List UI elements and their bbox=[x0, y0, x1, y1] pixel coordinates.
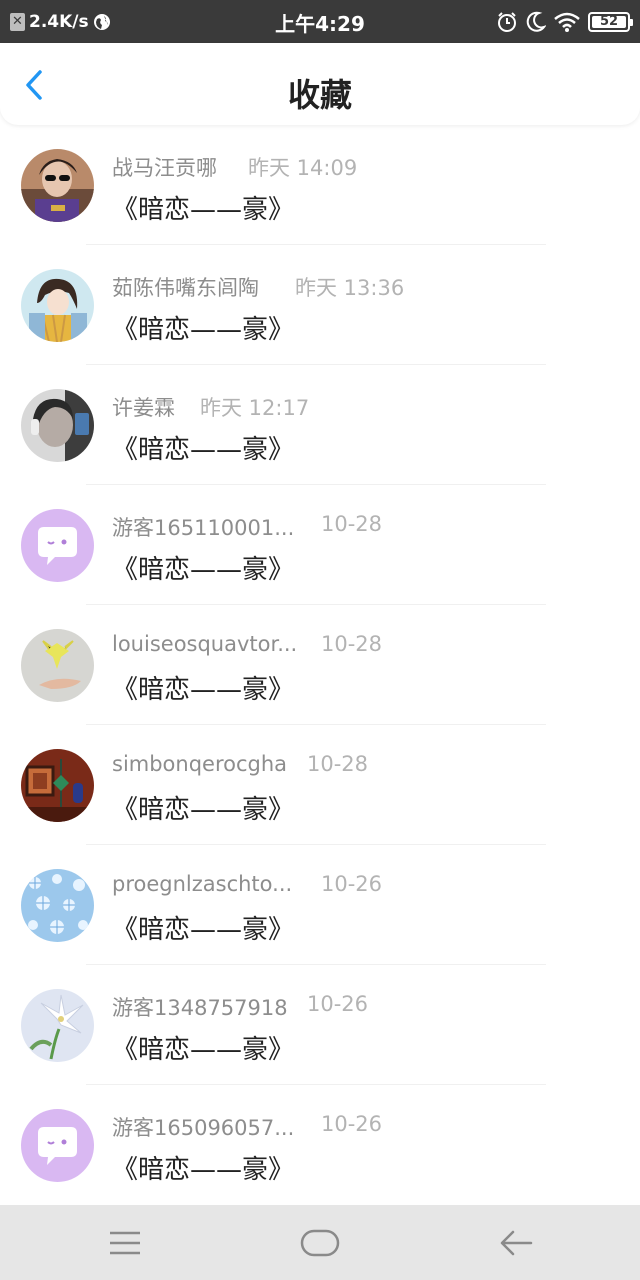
timestamp: 昨天 12:17 bbox=[200, 396, 310, 420]
avatar bbox=[21, 869, 94, 942]
battery-icon: 52 bbox=[588, 12, 633, 32]
status-right: 52 bbox=[496, 9, 633, 35]
timestamp: 昨天 13:36 bbox=[295, 276, 405, 300]
username: 游客165110001... bbox=[112, 516, 295, 540]
list-item[interactable]: 茹陈伟嘴东闾陶 昨天 13:36 《暗恋——豪》 bbox=[0, 245, 640, 365]
username: louiseosquavtor... bbox=[112, 632, 298, 656]
item-title: 《暗恋——豪》 bbox=[112, 555, 295, 585]
avatar bbox=[21, 749, 94, 822]
list-item[interactable]: 游客165110001... 10-28 《暗恋——豪》 bbox=[0, 485, 640, 605]
alarm-icon bbox=[498, 12, 516, 32]
page-title: 收藏 bbox=[287, 76, 352, 114]
username: 许姜霖 bbox=[112, 396, 175, 420]
list-item[interactable]: 战马汪贡哪 昨天 14:09 《暗恋——豪》 bbox=[0, 125, 640, 245]
username: simbonqerocgha bbox=[112, 752, 288, 776]
list-item[interactable]: louiseosquavtor... 10-28 《暗恋——豪》 bbox=[0, 605, 640, 725]
list-item[interactable]: 游客165096057... 10-26 《暗恋——豪》 bbox=[0, 1085, 640, 1205]
favorites-list: 战马汪贡哪 昨天 14:09 《暗恋——豪》 茹陈伟嘴东闾陶 昨天 13:36 … bbox=[0, 125, 640, 1205]
item-title: 《暗恋——豪》 bbox=[112, 915, 295, 945]
header: 收藏 bbox=[0, 43, 640, 125]
moon-icon bbox=[526, 11, 546, 32]
timestamp: 10-26 bbox=[307, 992, 369, 1016]
list-item[interactable]: 游客1348757918 10-26 《暗恋——豪》 bbox=[0, 965, 640, 1085]
avatar bbox=[21, 509, 94, 582]
battery-level: 52 bbox=[599, 14, 619, 29]
menu-button[interactable] bbox=[103, 1223, 147, 1263]
menu-icon bbox=[110, 1231, 140, 1255]
avatar bbox=[21, 629, 94, 702]
timestamp: 10-28 bbox=[321, 512, 383, 536]
list-item[interactable]: simbonqerocgha 10-28 《暗恋——豪》 bbox=[0, 725, 640, 845]
avatar bbox=[21, 1109, 94, 1182]
avatar bbox=[21, 149, 94, 222]
arrow-left-icon bbox=[500, 1230, 533, 1256]
timestamp: 10-26 bbox=[321, 872, 383, 896]
username: 战马汪贡哪 bbox=[112, 156, 217, 180]
home-button[interactable] bbox=[298, 1223, 342, 1263]
username: 茹陈伟嘴东闾陶 bbox=[112, 276, 259, 300]
timestamp: 昨天 14:09 bbox=[248, 156, 358, 180]
timestamp: 10-28 bbox=[307, 752, 369, 776]
item-title: 《暗恋——豪》 bbox=[112, 1035, 295, 1065]
avatar bbox=[21, 389, 94, 462]
avatar bbox=[21, 989, 94, 1062]
item-title: 《暗恋——豪》 bbox=[112, 675, 295, 705]
item-title: 《暗恋——豪》 bbox=[112, 315, 295, 345]
username: 游客1348757918 bbox=[112, 996, 288, 1020]
timestamp: 10-26 bbox=[321, 1112, 383, 1136]
back-nav-button[interactable] bbox=[494, 1223, 538, 1263]
avatar bbox=[21, 269, 94, 342]
item-title: 《暗恋——豪》 bbox=[112, 435, 295, 465]
system-nav-bar bbox=[0, 1205, 640, 1280]
list-item[interactable]: 许姜霖 昨天 12:17 《暗恋——豪》 bbox=[0, 365, 640, 485]
username: proegnlzaschto... bbox=[112, 872, 293, 896]
username: 游客165096057... bbox=[112, 1116, 295, 1140]
wifi-icon bbox=[554, 12, 580, 32]
timestamp: 10-28 bbox=[321, 632, 383, 656]
item-title: 《暗恋——豪》 bbox=[112, 195, 295, 225]
item-title: 《暗恋——豪》 bbox=[112, 1155, 295, 1185]
home-icon bbox=[300, 1229, 340, 1257]
list-item[interactable]: proegnlzaschto... 10-26 《暗恋——豪》 bbox=[0, 845, 640, 965]
item-title: 《暗恋——豪》 bbox=[112, 795, 295, 825]
status-bar: ✕ 2.4K/s 上午4:29 52 bbox=[0, 0, 640, 43]
